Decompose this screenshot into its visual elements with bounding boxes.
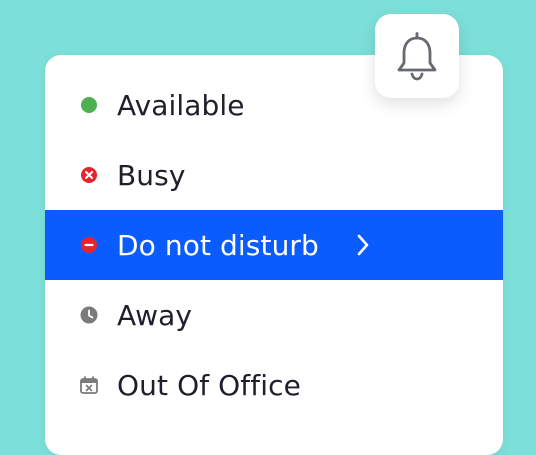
green-dot-icon (79, 95, 99, 115)
bell-icon (393, 30, 441, 82)
notification-button[interactable] (375, 14, 459, 98)
menu-item-label: Out Of Office (117, 368, 301, 402)
calendar-x-icon (79, 375, 99, 395)
red-x-circle-icon (79, 165, 99, 185)
menu-item-do-not-disturb[interactable]: Do not disturb (45, 210, 503, 280)
chevron-right-icon (355, 233, 371, 257)
menu-item-busy[interactable]: Busy (45, 140, 503, 210)
menu-item-away[interactable]: Away (45, 280, 503, 350)
menu-item-label: Away (117, 298, 193, 332)
menu-item-label: Available (117, 88, 245, 122)
menu-item-label: Do not disturb (117, 228, 319, 262)
menu-item-out-of-office[interactable]: Out Of Office (45, 350, 503, 420)
clock-icon (79, 305, 99, 325)
menu-item-label: Busy (117, 158, 186, 192)
red-minus-circle-icon (79, 235, 99, 255)
status-menu: Available Busy Do not disturb Away Out O… (45, 55, 503, 455)
